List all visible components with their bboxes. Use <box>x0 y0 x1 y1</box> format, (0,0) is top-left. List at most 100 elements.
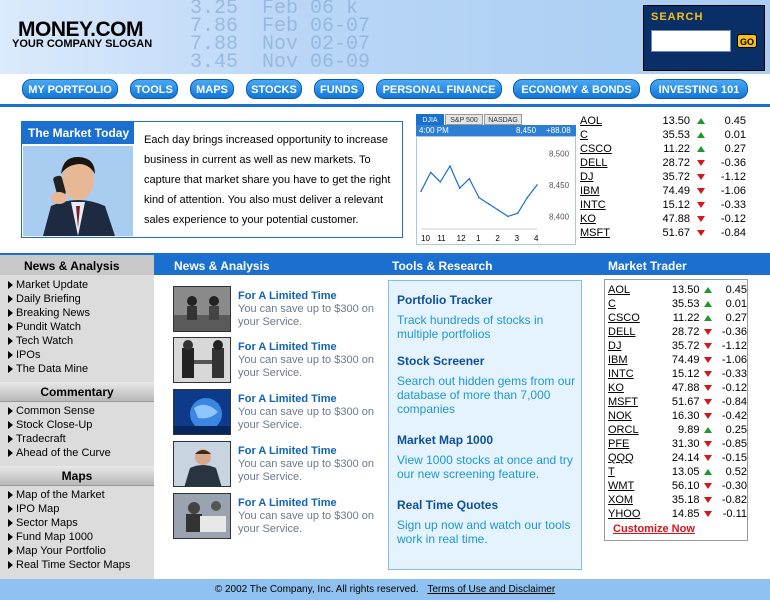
quote-symbol[interactable]: DELL <box>608 325 650 339</box>
quote-row[interactable]: PFE 31.30 -0.85 <box>608 437 747 451</box>
nav-personal-finance[interactable]: PERSONAL FINANCE <box>376 79 502 99</box>
quote-row[interactable]: MSFT 51.67 -0.84 <box>580 226 746 240</box>
nav-investing-101[interactable]: INVESTING 101 <box>650 79 748 99</box>
quote-symbol[interactable]: DELL <box>580 156 628 170</box>
quote-row[interactable]: WMT 56.10 -0.30 <box>608 479 747 493</box>
quote-row[interactable]: YHOO 14.85 -0.11 <box>608 507 747 521</box>
quote-row[interactable]: AOL 13.50 0.45 <box>608 283 747 297</box>
quote-row[interactable]: DELL 28.72 -0.36 <box>580 156 746 170</box>
news-item[interactable]: For A Limited Time You can save up to $3… <box>173 441 383 487</box>
tool-desc-real-time-quotes[interactable]: Sign up now and watch our tools work in … <box>397 518 577 546</box>
nav-stocks[interactable]: STOCKS <box>246 79 302 99</box>
tab-djia[interactable]: DJIA <box>416 114 444 125</box>
news-title[interactable]: For A Limited Time <box>238 445 337 457</box>
nav-my-portfolio[interactable]: MY PORTFOLIO <box>22 79 118 99</box>
quote-symbol[interactable]: C <box>608 297 650 311</box>
quote-symbol[interactable]: DJ <box>580 170 628 184</box>
nav-tools[interactable]: TOOLS <box>130 79 178 99</box>
quote-symbol[interactable]: IBM <box>608 353 650 367</box>
nav-economy-bonds[interactable]: ECONOMY & BONDS <box>513 79 640 99</box>
tool-title-portfolio-tracker[interactable]: Portfolio Tracker <box>397 293 492 307</box>
sidebar-item-stock-close-up[interactable]: Stock Close-Up <box>7 418 92 432</box>
sidebar-item-sector-maps[interactable]: Sector Maps <box>8 516 78 530</box>
tool-desc-portfolio-tracker[interactable]: Track hundreds of stocks in multiple por… <box>397 313 577 341</box>
search-input[interactable] <box>651 30 731 52</box>
sidebar-item-real-time-sector-maps[interactable]: Real Time Sector Maps <box>7 558 130 572</box>
quote-symbol[interactable]: INTC <box>608 367 650 381</box>
terms-link[interactable]: Terms of Use and Disclaimer <box>427 584 555 595</box>
quote-symbol[interactable]: INTC <box>580 198 628 212</box>
quote-row[interactable]: IBM 74.49 -1.06 <box>608 353 747 367</box>
tab-nasdaq[interactable]: NASDAG <box>484 114 522 125</box>
quote-row[interactable]: INTC 15.12 -0.33 <box>580 198 746 212</box>
sidebar-item-map-your-portfolio[interactable]: Map Your Portfolio <box>8 544 106 558</box>
sidebar-item-ipo-map[interactable]: IPO Map <box>7 502 59 516</box>
quote-row[interactable]: C 35.53 0.01 <box>608 297 747 311</box>
quote-row[interactable]: CSCO 11.22 0.27 <box>608 311 747 325</box>
quote-symbol[interactable]: DJ <box>608 339 650 353</box>
quote-row[interactable]: NOK 16.30 -0.42 <box>608 409 747 423</box>
news-item[interactable]: For A Limited Time You can save up to $3… <box>173 493 383 539</box>
sidebar-item-map-of-market[interactable]: Map of the Market <box>8 488 105 502</box>
tool-title-market-map[interactable]: Market Map 1000 <box>397 433 493 447</box>
quote-row[interactable]: KO 47.88 -0.12 <box>580 212 746 226</box>
sidebar-item-daily-briefing[interactable]: Daily Briefing <box>8 292 81 306</box>
news-item[interactable]: For A Limited Time You can save up to $3… <box>173 389 383 435</box>
customize-now-link[interactable]: Customize Now <box>613 523 695 535</box>
quote-symbol[interactable]: CSCO <box>608 311 650 325</box>
quote-symbol[interactable]: C <box>580 128 628 142</box>
sidebar-item-tech-watch[interactable]: Tech Watch <box>7 334 73 348</box>
quote-symbol[interactable]: ORCL <box>608 423 650 437</box>
sidebar-item-market-update[interactable]: Market Update <box>7 278 88 292</box>
sidebar-item-fund-map-1000[interactable]: Fund Map 1000 <box>7 530 93 544</box>
sidebar-item-common-sense[interactable]: Common Sense <box>8 404 95 418</box>
quote-symbol[interactable]: KO <box>580 212 628 226</box>
quote-row[interactable]: DJ 35.72 -1.12 <box>608 339 747 353</box>
quote-row[interactable]: INTC 15.12 -0.33 <box>608 367 747 381</box>
news-title[interactable]: For A Limited Time <box>238 341 337 353</box>
quote-symbol[interactable]: AOL <box>608 283 650 297</box>
tab-sp500[interactable]: S&P 500 <box>445 114 483 125</box>
quote-row[interactable]: DELL 28.72 -0.36 <box>608 325 747 339</box>
quote-symbol[interactable]: QQQ <box>608 451 650 465</box>
tool-title-stock-screener[interactable]: Stock Screener <box>397 354 484 368</box>
quote-symbol[interactable]: CSCO <box>580 142 628 156</box>
quote-row[interactable]: QQQ 24.14 -0.15 <box>608 451 747 465</box>
nav-funds[interactable]: FUNDS <box>314 79 364 99</box>
quote-symbol[interactable]: XOM <box>608 493 650 507</box>
sidebar-item-ipos[interactable]: IPOs <box>7 348 40 362</box>
quote-symbol[interactable]: T <box>608 465 650 479</box>
quote-symbol[interactable]: KO <box>608 381 650 395</box>
quote-symbol[interactable]: MSFT <box>580 226 628 240</box>
quote-symbol[interactable]: WMT <box>608 479 650 493</box>
quote-symbol[interactable]: IBM <box>580 184 628 198</box>
quote-symbol[interactable]: PFE <box>608 437 650 451</box>
news-title[interactable]: For A Limited Time <box>238 290 337 302</box>
news-item[interactable]: For A Limited Time You can save up to $3… <box>173 286 383 332</box>
sidebar-item-data-mine[interactable]: The Data Mine <box>7 362 88 376</box>
quote-row[interactable]: CSCO 11.22 0.27 <box>580 142 746 156</box>
nav-maps[interactable]: MAPS <box>190 79 234 99</box>
sidebar-item-ahead-of-curve[interactable]: Ahead of the Curve <box>8 446 111 460</box>
sidebar-item-breaking-news[interactable]: Breaking News <box>8 306 90 320</box>
news-title[interactable]: For A Limited Time <box>238 393 337 405</box>
tool-desc-stock-screener[interactable]: Search out hidden gems from our database… <box>397 374 577 416</box>
news-title[interactable]: For A Limited Time <box>238 497 337 509</box>
quote-row[interactable]: IBM 74.49 -1.06 <box>580 184 746 198</box>
sidebar-item-tradecraft[interactable]: Tradecraft <box>8 432 66 446</box>
news-item[interactable]: For A Limited Time You can save up to $3… <box>173 337 383 383</box>
quote-symbol[interactable]: NOK <box>608 409 650 423</box>
tool-desc-market-map[interactable]: View 1000 stocks at once and try our new… <box>397 453 577 481</box>
quote-row[interactable]: ORCL 9.89 0.25 <box>608 423 747 437</box>
quote-row[interactable]: C 35.53 0.01 <box>580 128 746 142</box>
quote-row[interactable]: KO 47.88 -0.12 <box>608 381 747 395</box>
quote-row[interactable]: XOM 35.18 -0.82 <box>608 493 747 507</box>
quote-row[interactable]: DJ 35.72 -1.12 <box>580 170 746 184</box>
quote-symbol[interactable]: YHOO <box>608 507 650 521</box>
sidebar-item-pundit-watch[interactable]: Pundit Watch <box>7 320 81 334</box>
quote-symbol[interactable]: MSFT <box>608 395 650 409</box>
quote-row[interactable]: MSFT 51.67 -0.84 <box>608 395 747 409</box>
quote-row[interactable]: T 13.05 0.52 <box>608 465 747 479</box>
go-button[interactable]: GO <box>737 34 757 48</box>
tool-title-real-time-quotes[interactable]: Real Time Quotes <box>397 498 498 512</box>
